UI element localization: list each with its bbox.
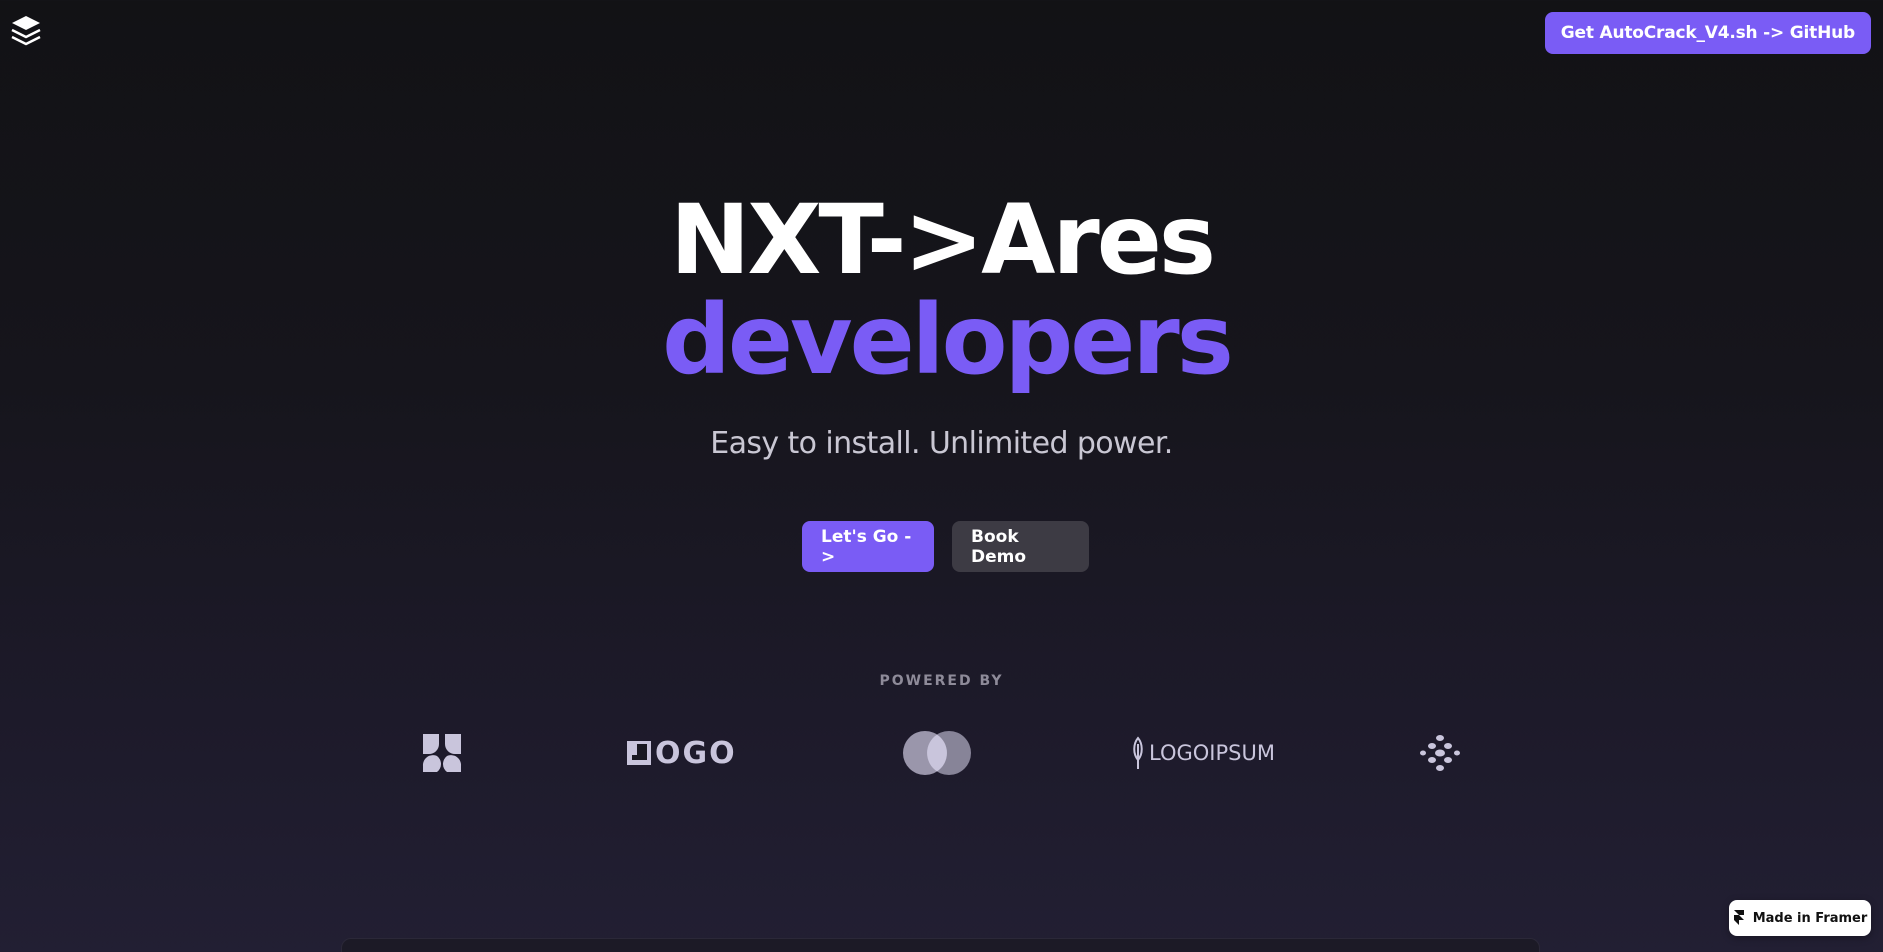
hero-section: NXT->Ares developers Easy to install. Un…: [0, 190, 1883, 461]
github-cta-button[interactable]: Get AutoCrack_V4.sh -> GitHub: [1544, 12, 1871, 54]
leaf-logo-icon: LOGOIPSUM: [1131, 725, 1275, 781]
hero-subtitle: Easy to install. Unlimited power.: [710, 426, 1173, 461]
framer-badge-label: Made in Framer: [1752, 910, 1868, 926]
framer-icon: [1733, 910, 1744, 925]
overlapping-circles-logo-icon: [901, 725, 973, 781]
partner-logos: OGO LOGOIPSUM: [0, 725, 1883, 781]
logo-wordmark-icon: OGO: [626, 725, 737, 781]
hero-title-highlight: developers: [662, 284, 1234, 396]
hero-actions: Let's Go -> Book Demo: [0, 521, 1883, 572]
feature-card-edge: [341, 938, 1540, 952]
hero-title: NXT->Ares: [670, 184, 1216, 296]
logoipsum-text: LOGOIPSUM: [1149, 741, 1275, 765]
lets-go-button[interactable]: Let's Go ->: [802, 521, 934, 572]
logo-wordmark-text: OGO: [655, 735, 737, 771]
layers-icon[interactable]: [10, 14, 42, 48]
made-in-framer-badge[interactable]: Made in Framer: [1729, 900, 1871, 936]
powered-by-heading: POWERED BY: [879, 673, 1004, 689]
dots-logo-icon: [1418, 725, 1462, 781]
petal-logo-icon: [419, 725, 465, 781]
book-demo-button[interactable]: Book Demo: [952, 521, 1089, 572]
